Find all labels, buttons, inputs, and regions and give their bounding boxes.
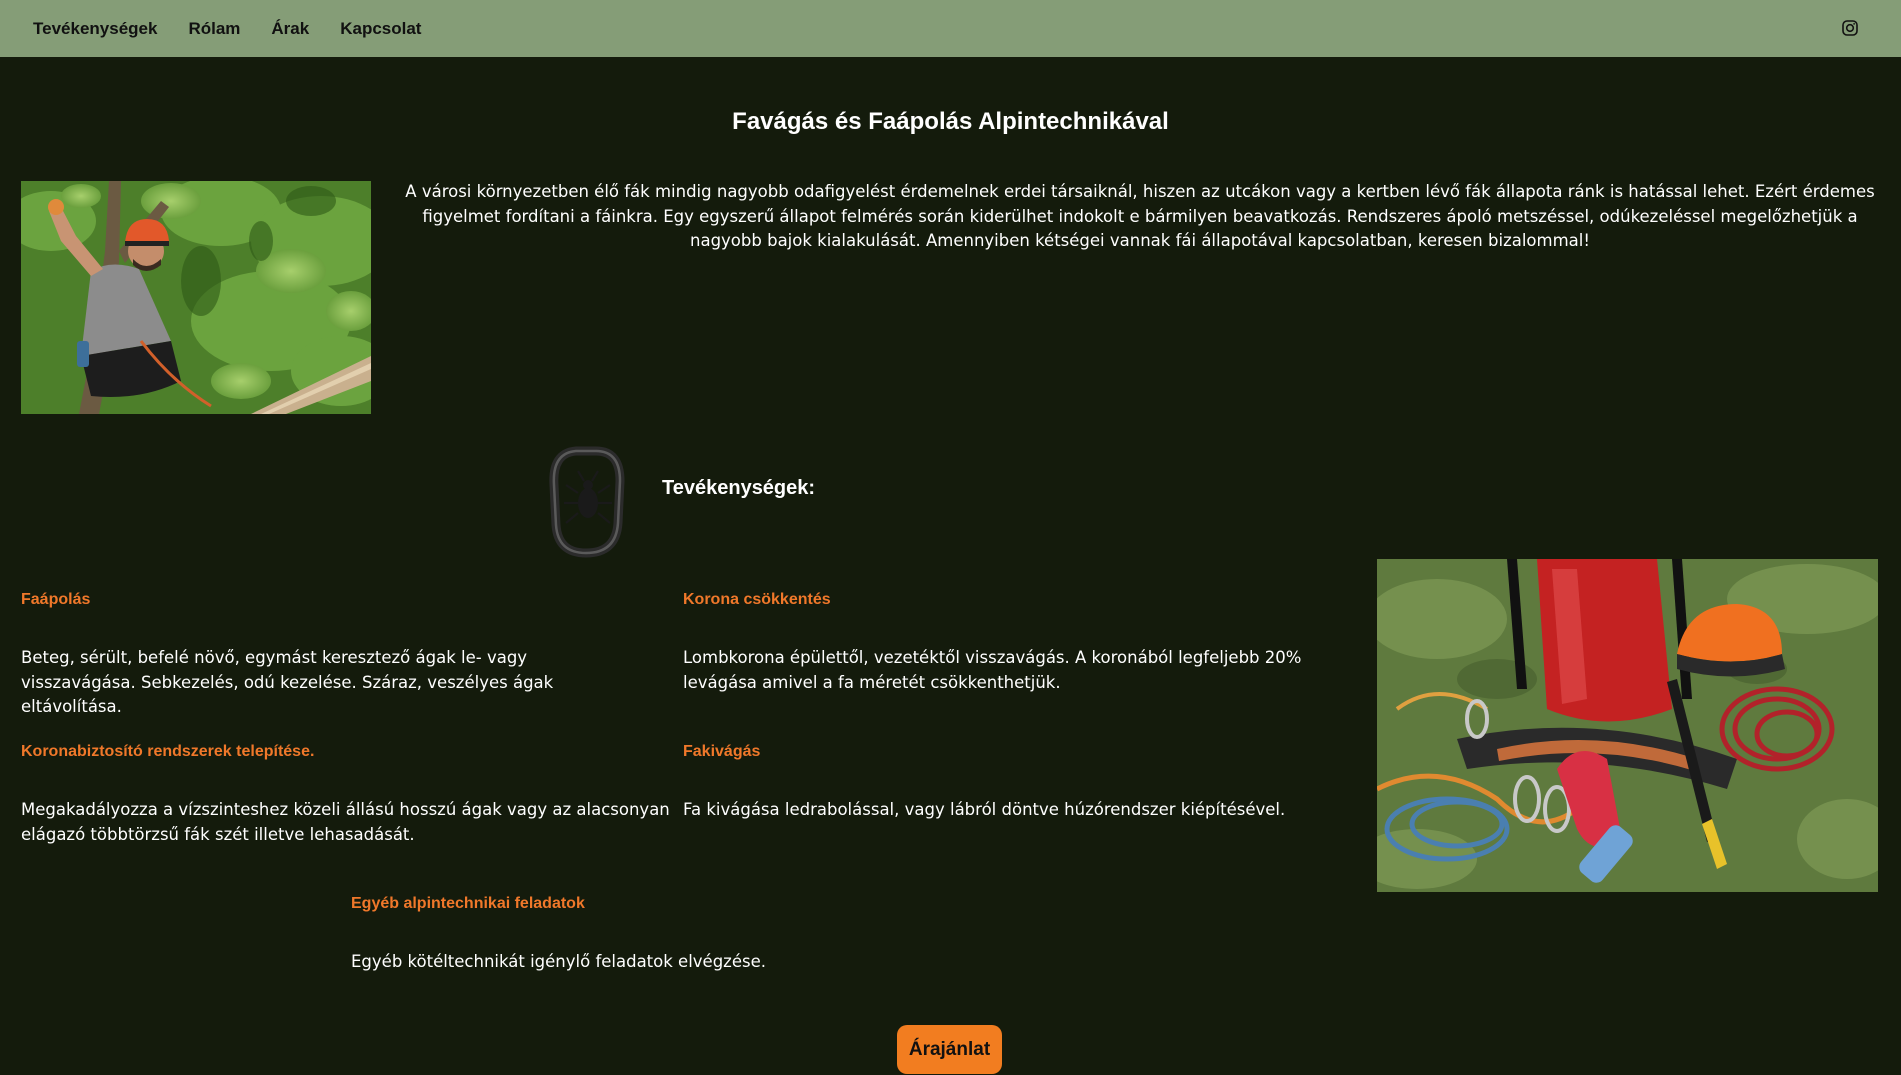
nav-item-arak[interactable]: Árak — [271, 19, 309, 39]
service-desc-fakivagas: Fa kivágása ledrabolással, vagy lábról d… — [683, 800, 1286, 819]
service-title-faapolas: Faápolás — [21, 591, 91, 608]
service-title-fakivagas: Fakivágás — [683, 743, 761, 760]
carabiner-icon — [544, 445, 628, 558]
nav-item-tevekenysegek[interactable]: Tevékenységek — [33, 19, 157, 39]
instagram-icon[interactable] — [1841, 19, 1859, 37]
quote-button[interactable]: Árajánlat — [897, 1025, 1002, 1074]
top-navbar: Tevékenységek Rólam Árak Kapcsolat — [0, 0, 1901, 57]
arborist-in-tree-photo — [21, 181, 371, 414]
nav-item-kapcsolat[interactable]: Kapcsolat — [340, 19, 421, 39]
service-title-korona-csokkentes: Korona csökkentés — [683, 591, 831, 608]
nav-item-rolam[interactable]: Rólam — [188, 19, 240, 39]
service-desc-faapolas: Beteg, sérült, befelé növő, egymást kere… — [21, 648, 554, 716]
intro-paragraph: A városi környezetben élő fák mindig nag… — [405, 182, 1875, 250]
climbing-gear-photo — [1377, 559, 1878, 892]
service-desc-korona-csokkentes: Lombkorona épülettől, vezetéktől visszav… — [683, 648, 1302, 692]
nav-links: Tevékenységek Rólam Árak Kapcsolat — [33, 19, 452, 39]
service-title-egyeb: Egyéb alpintechnikai feladatok — [351, 895, 585, 912]
service-desc-koronabiztosito: Megakadályozza a vízszinteshez közeli ál… — [21, 800, 670, 844]
service-desc-egyeb: Egyéb kötéltechnikát igénylő feladatok e… — [351, 952, 766, 971]
page-title: Favágás és Faápolás Alpintechnikával — [732, 108, 1169, 135]
service-title-koronabiztosito: Koronabiztosító rendszerek telepítése. — [21, 743, 315, 760]
services-heading: Tevékenységek: — [662, 477, 816, 499]
